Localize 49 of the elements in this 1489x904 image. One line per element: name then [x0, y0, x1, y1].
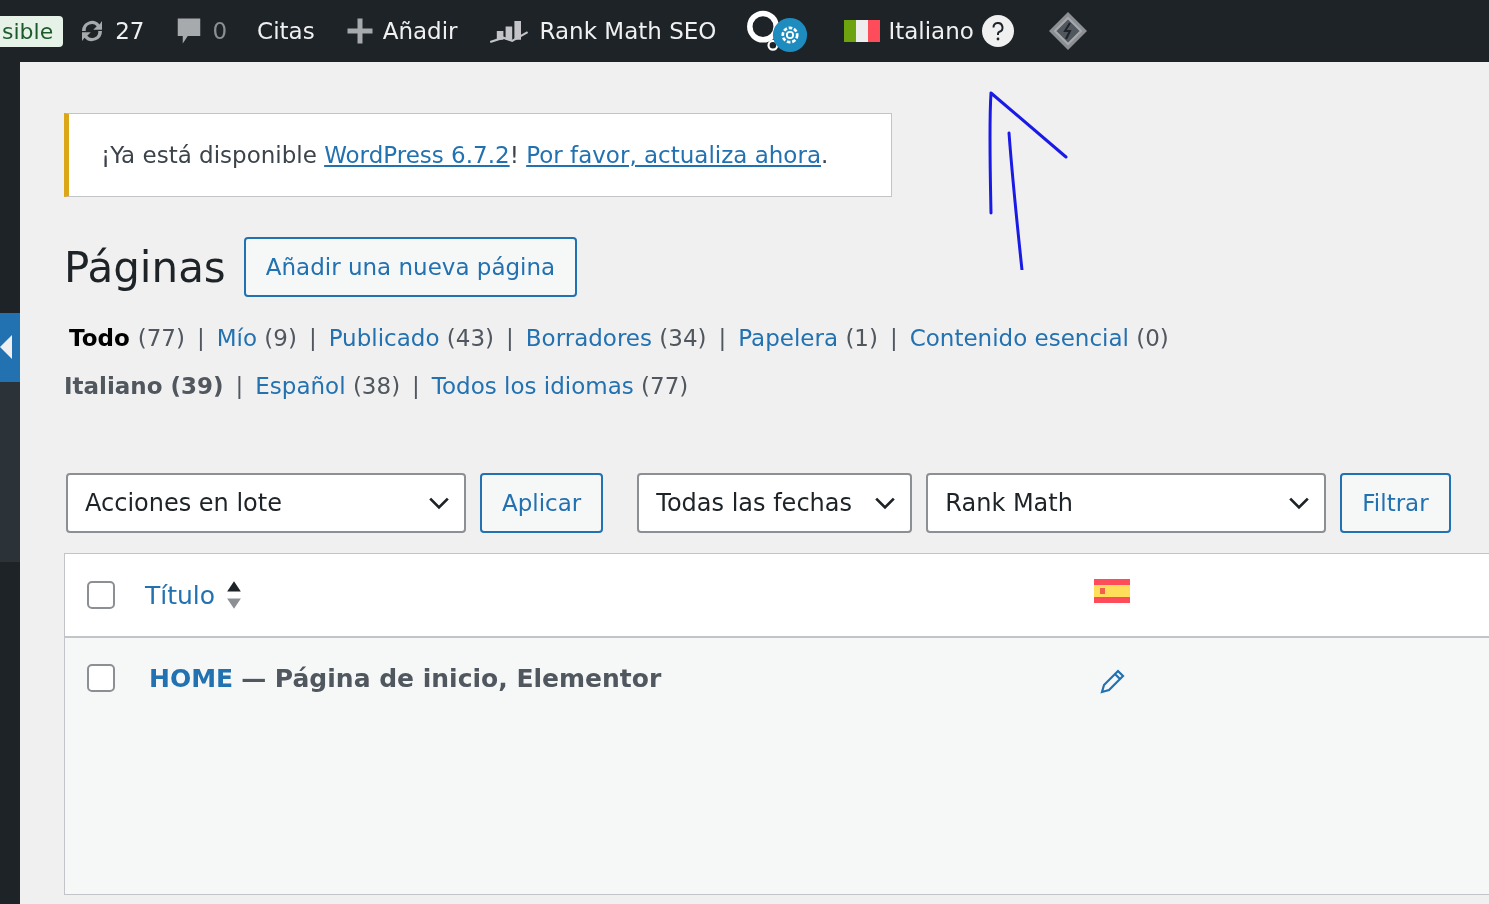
title-column-header[interactable]: Título — [145, 580, 216, 610]
rank-math-link[interactable]: Rank Math SEO — [487, 16, 717, 46]
separator: | — [196, 325, 205, 351]
settings-icon[interactable] — [772, 17, 809, 53]
status-filter-link[interactable]: Mío (9) — [216, 325, 297, 351]
diamond-logo-icon[interactable] — [1047, 11, 1088, 51]
language-filter-link[interactable]: Italiano (39) — [64, 373, 224, 399]
comments-link[interactable]: 0 — [174, 16, 228, 46]
apply-button[interactable]: Aplicar — [480, 473, 604, 533]
italian-flag-icon — [844, 20, 881, 42]
language-switcher[interactable]: Italiano — [844, 15, 1014, 47]
notice-link[interactable]: WordPress 6.7.2 — [324, 142, 510, 168]
page-title: Páginas — [64, 242, 226, 292]
page-title-link[interactable]: HOME — [149, 663, 234, 693]
add-new-link[interactable]: Añadir — [344, 16, 458, 46]
status-filter-link[interactable]: Papelera (1) — [738, 325, 878, 351]
notice-link[interactable]: Por favor, actualiza ahora — [526, 142, 821, 168]
select-all-checkbox[interactable] — [87, 581, 115, 609]
chevron-down-icon — [874, 496, 897, 510]
row-checkbox[interactable] — [87, 664, 115, 692]
separator: | — [506, 325, 514, 351]
separator: | — [308, 325, 317, 351]
chevron-down-icon — [1288, 496, 1311, 510]
status-filter-link[interactable]: Todo (77) — [69, 325, 185, 351]
chevron-down-icon — [428, 496, 450, 510]
dates-select[interactable]: Todas las fechas — [637, 473, 913, 533]
separator: | — [412, 373, 420, 399]
q-logo-icon[interactable] — [746, 9, 781, 53]
site-badge[interactable]: sible — [0, 15, 64, 47]
sort-icon[interactable] — [225, 579, 244, 611]
help-icon — [981, 15, 1014, 47]
language-filter-link[interactable]: Español (38) — [255, 373, 401, 399]
seo-filter-select[interactable]: Rank Math — [926, 473, 1327, 533]
status-filter-link[interactable]: Publicado (43) — [328, 325, 495, 351]
updates-link[interactable]: 27 — [77, 16, 145, 46]
separator: | — [889, 325, 898, 351]
separator: | — [718, 325, 727, 351]
language-filter-link[interactable]: Todos los idiomas (77) — [431, 373, 689, 399]
notice-message: ¡Ya está disponible WordPress 6.7.2! Por favor, actualiza ahora. — [101, 142, 829, 168]
spanish-flag-icon — [1094, 579, 1130, 603]
status-filter-link[interactable]: Borradores (34) — [525, 325, 707, 351]
add-new-page-button[interactable]: Añadir una nueva página — [243, 237, 578, 297]
separator: | — [235, 373, 244, 399]
page-state: — Página de inicio, Elementor — [241, 663, 662, 693]
citas-link[interactable]: Citas — [257, 18, 315, 44]
filter-button[interactable]: Filtrar — [1340, 473, 1451, 533]
status-filter-link[interactable]: Contenido esencial (0) — [909, 325, 1169, 351]
active-menu-item[interactable] — [0, 313, 20, 382]
bulk-actions-select[interactable]: Acciones en lote — [66, 473, 466, 533]
